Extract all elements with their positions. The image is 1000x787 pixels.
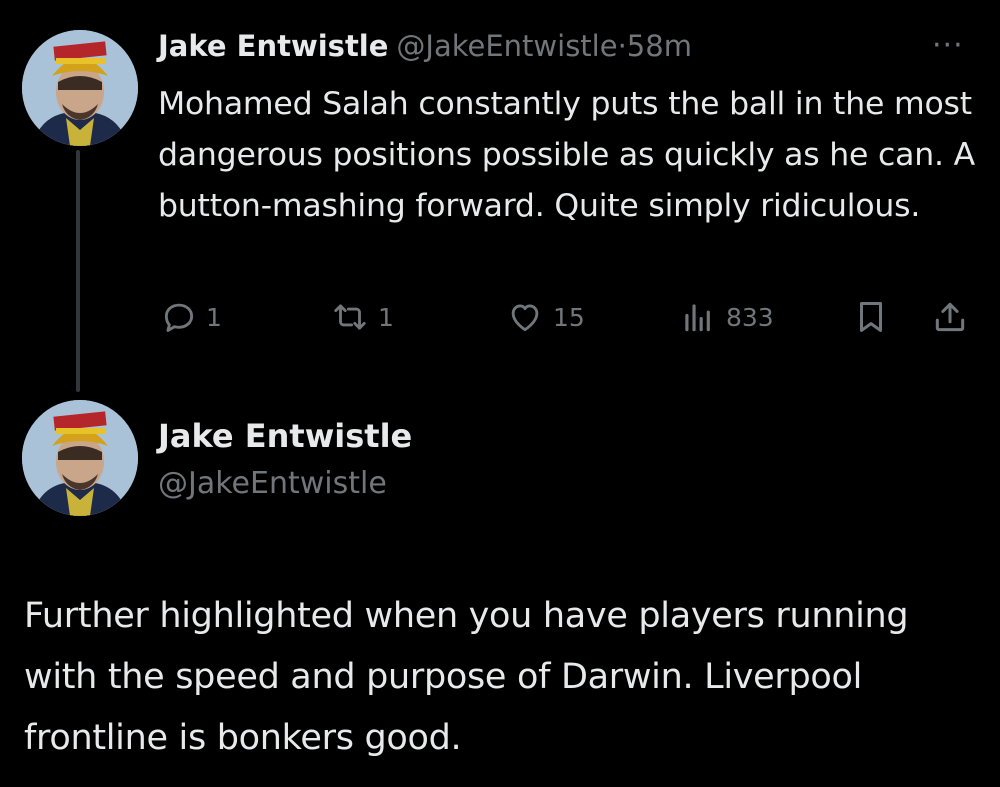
share-button[interactable] <box>930 298 970 336</box>
tweet1-header: Jake Entwistle @JakeEntwistle·58m <box>158 26 692 66</box>
like-icon <box>505 298 545 336</box>
views-button[interactable]: 833 <box>678 298 774 336</box>
like-button[interactable]: 15 <box>505 298 585 336</box>
avatar[interactable] <box>22 30 138 146</box>
bookmark-icon <box>852 298 890 336</box>
thread-line <box>76 150 80 392</box>
tweet-text: Further highlighted when you have player… <box>24 596 909 758</box>
retweet-button[interactable]: 1 <box>330 298 394 336</box>
retweet-icon <box>330 298 370 336</box>
author-handle[interactable]: @JakeEntwistle <box>158 464 387 504</box>
reply-button[interactable]: 1 <box>160 298 222 336</box>
retweet-count: 1 <box>378 302 394 332</box>
tweet-text: Mohamed Salah constantly puts the ball i… <box>158 86 975 224</box>
share-icon <box>930 298 970 336</box>
timestamp[interactable]: 58m <box>627 29 692 63</box>
avatar[interactable] <box>22 400 138 516</box>
author-name[interactable]: Jake Entwistle <box>158 29 388 63</box>
views-count: 833 <box>726 302 774 332</box>
bookmark-button[interactable] <box>852 298 890 336</box>
author-handle[interactable]: @JakeEntwistle <box>396 29 617 63</box>
reply-count: 1 <box>206 302 222 332</box>
more-icon[interactable]: ··· <box>932 26 964 66</box>
like-count: 15 <box>553 302 585 332</box>
views-icon <box>678 298 718 336</box>
reply-icon <box>160 298 198 336</box>
separator: · <box>617 29 627 63</box>
author-name[interactable]: Jake Entwistle <box>158 416 412 456</box>
